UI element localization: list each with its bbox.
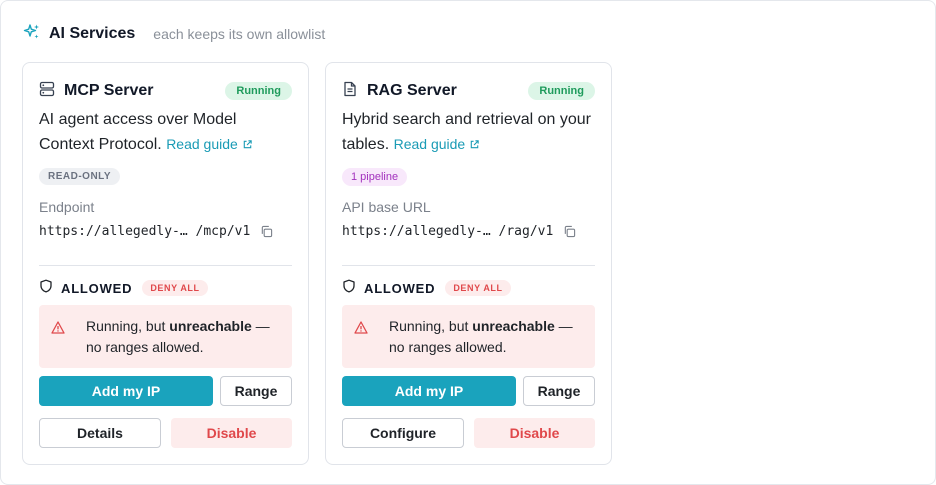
warning-box: Running, but unreachable — no ranges all… xyxy=(342,305,595,368)
warning-icon xyxy=(51,321,65,339)
card-title: RAG Server xyxy=(367,82,457,99)
allowlist-header: ALLOWED DENY ALL xyxy=(39,279,208,297)
card-description: AI agent access over Model Context Proto… xyxy=(39,107,288,158)
panel-header: AI Services each keeps its own allowlist xyxy=(23,23,325,45)
pipeline-count-tag: 1 pipeline xyxy=(342,168,408,186)
allowlist-header: ALLOWED DENY ALL xyxy=(342,279,511,297)
add-my-ip-button[interactable]: Add my IP xyxy=(342,376,516,406)
copy-icon[interactable] xyxy=(563,225,576,238)
warning-bold: unreachable xyxy=(472,318,555,334)
divider xyxy=(342,265,595,266)
allowed-label: ALLOWED xyxy=(61,280,133,296)
warning-bold: unreachable xyxy=(169,318,252,334)
disable-button[interactable]: Disable xyxy=(474,418,595,448)
disable-button[interactable]: Disable xyxy=(171,418,292,448)
warning-text: Running, but unreachable — no ranges all… xyxy=(86,316,280,358)
warning-prefix: Running, but xyxy=(389,318,473,334)
divider xyxy=(39,265,292,266)
api-base-url-value: https://allegedly-… /rag/v1 xyxy=(342,223,554,239)
range-button[interactable]: Range xyxy=(523,376,595,406)
sparkles-icon xyxy=(23,23,41,46)
copy-icon[interactable] xyxy=(260,225,273,238)
deny-all-badge: DENY ALL xyxy=(142,280,208,296)
access-mode-tag: READ-ONLY xyxy=(39,168,121,185)
read-guide-label: Read guide xyxy=(166,136,238,152)
ai-services-panel: AI Services each keeps its own allowlist… xyxy=(0,0,936,485)
card-header: RAG Server Running xyxy=(342,81,595,101)
document-icon xyxy=(342,81,358,102)
card-header: MCP Server Running xyxy=(39,81,292,101)
api-base-url-row: https://allegedly-… /rag/v1 xyxy=(342,221,576,241)
configure-button[interactable]: Configure xyxy=(342,418,464,448)
rag-server-card: RAG Server Running Hybrid search and ret… xyxy=(325,62,612,465)
read-guide-link[interactable]: Read guide xyxy=(394,136,481,152)
allowed-label: ALLOWED xyxy=(364,280,436,296)
range-button[interactable]: Range xyxy=(220,376,292,406)
status-badge: Running xyxy=(528,82,595,100)
warning-icon xyxy=(354,321,368,339)
external-link-icon xyxy=(469,133,480,158)
details-button[interactable]: Details xyxy=(39,418,161,448)
shield-icon xyxy=(39,279,53,298)
shield-icon xyxy=(342,279,356,298)
status-badge: Running xyxy=(225,82,292,100)
card-description: Hybrid search and retrieval on your tabl… xyxy=(342,107,591,158)
deny-all-badge: DENY ALL xyxy=(445,280,511,296)
endpoint-value: https://allegedly-… /mcp/v1 xyxy=(39,223,251,239)
warning-prefix: Running, but xyxy=(86,318,170,334)
endpoint-row: https://allegedly-… /mcp/v1 xyxy=(39,221,273,241)
api-base-url-label: API base URL xyxy=(342,199,431,215)
external-link-icon xyxy=(242,133,253,158)
warning-text: Running, but unreachable — no ranges all… xyxy=(389,316,583,358)
add-my-ip-button[interactable]: Add my IP xyxy=(39,376,213,406)
server-icon xyxy=(39,81,55,102)
panel-subtitle: each keeps its own allowlist xyxy=(153,26,326,42)
read-guide-label: Read guide xyxy=(393,136,466,152)
card-title: MCP Server xyxy=(64,82,154,99)
warning-box: Running, but unreachable — no ranges all… xyxy=(39,305,292,368)
panel-title: AI Services xyxy=(49,25,136,42)
read-guide-link[interactable]: Read guide xyxy=(166,136,253,152)
endpoint-label: Endpoint xyxy=(39,199,95,215)
mcp-server-card: MCP Server Running AI agent access over … xyxy=(22,62,309,465)
